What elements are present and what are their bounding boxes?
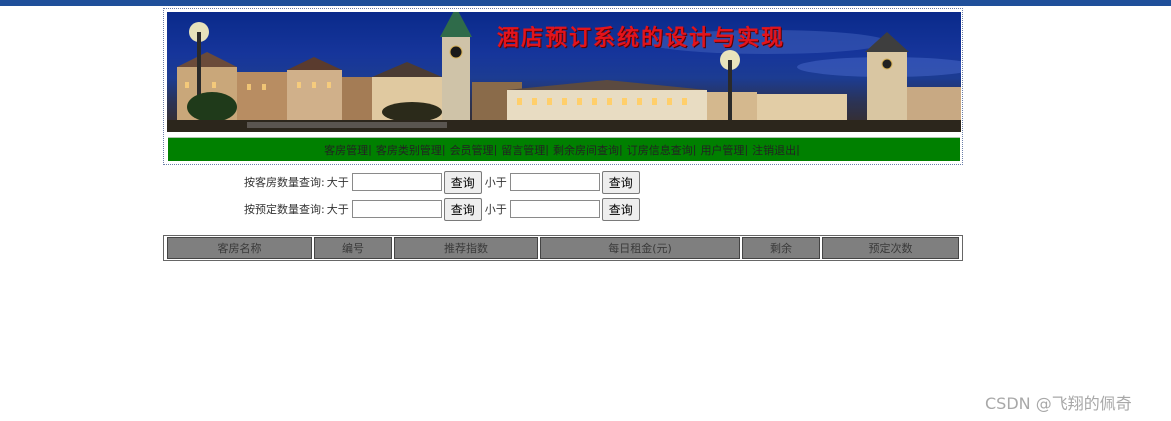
- nav-separator: |: [619, 143, 623, 156]
- room-count-max-input[interactable]: [509, 173, 600, 191]
- nav-separator: |: [744, 143, 749, 156]
- nav-bar: 客房管理 | 客房类别管理 | 会员管理 | 留言管理 | 剩余房间查询 | 订房信息查询…: [168, 137, 960, 161]
- greater-than-label: 大于: [326, 176, 349, 189]
- column-header-id: 编号: [314, 237, 392, 259]
- column-header-rating: 推荐指数: [394, 237, 538, 259]
- nav-room-types[interactable]: 客房类别管理: [376, 142, 442, 158]
- rooms-table-grid: 客房名称 编号 推荐指数 每日租金(元) 剩余 预定次数: [165, 237, 961, 259]
- room-count-query-button-max[interactable]: 查询: [601, 170, 640, 194]
- nav-bookings[interactable]: 订房信息查询: [627, 142, 693, 158]
- column-header-daily-rate: 每日租金(元): [540, 237, 740, 259]
- rooms-table: 客房名称 编号 推荐指数 每日租金(元) 剩余 预定次数: [163, 235, 963, 261]
- banner-image: 酒店预订系统的设计与实现: [167, 12, 961, 132]
- header-frame: 酒店预订系统的设计与实现 客房管理 | 客房类别管理 | 会员管理 | 留言管理 | 剩…: [163, 8, 963, 165]
- nav-logout[interactable]: 注销退出: [752, 142, 796, 158]
- column-header-booking-count: 预定次数: [822, 237, 959, 259]
- nav-separator: |: [545, 143, 549, 156]
- booking-count-min-input[interactable]: [351, 200, 442, 218]
- room-count-query-label: 按客房数量查询:: [244, 176, 325, 189]
- nav-separator: |: [441, 143, 446, 156]
- nav-available-rooms[interactable]: 剩余房间查询: [553, 142, 619, 158]
- room-count-query-button-min[interactable]: 查询: [443, 170, 482, 194]
- nav-members[interactable]: 会员管理: [450, 142, 494, 158]
- nav-users[interactable]: 用户管理: [700, 142, 744, 158]
- column-header-room-name: 客房名称: [167, 237, 312, 259]
- column-header-remaining: 剩余: [742, 237, 820, 259]
- booking-count-query-button-max[interactable]: 查询: [601, 197, 640, 221]
- watermark: CSDN @飞翔的佩奇: [985, 394, 1132, 413]
- top-bar: [0, 0, 1171, 6]
- greater-than-label: 大于: [326, 203, 349, 216]
- banner-title: 酒店预订系统的设计与实现: [497, 25, 786, 51]
- booking-count-query-row: 按预定数量查询: 大于 查询 小于 查询: [244, 197, 643, 221]
- nav-separator: |: [493, 143, 498, 156]
- booking-count-query-button-min[interactable]: 查询: [443, 197, 482, 221]
- room-count-min-input[interactable]: [351, 173, 442, 191]
- room-count-query-row: 按客房数量查询: 大于 查询 小于 查询: [244, 170, 643, 194]
- less-than-label: 小于: [484, 203, 507, 216]
- less-than-label: 小于: [484, 176, 507, 189]
- nav-messages[interactable]: 留言管理: [501, 142, 545, 158]
- nav-separator: |: [796, 143, 800, 156]
- nav-separator: |: [368, 143, 372, 156]
- table-header-row: 客房名称 编号 推荐指数 每日租金(元) 剩余 预定次数: [167, 237, 959, 259]
- nav-rooms[interactable]: 客房管理: [324, 142, 368, 158]
- booking-count-max-input[interactable]: [509, 200, 600, 218]
- booking-count-query-label: 按预定数量查询:: [244, 203, 325, 216]
- nav-separator: |: [692, 143, 697, 156]
